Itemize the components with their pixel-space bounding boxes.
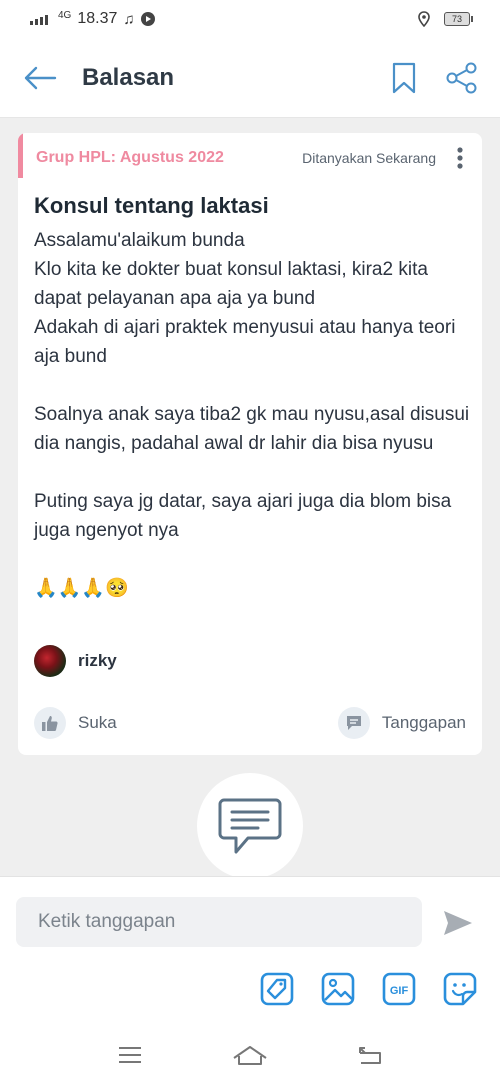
app-header: Balasan — [0, 38, 500, 118]
menu-button[interactable] — [108, 1035, 152, 1075]
bookmark-icon — [392, 62, 416, 93]
home-button[interactable] — [228, 1035, 272, 1075]
tag-button[interactable] — [259, 971, 295, 1007]
gif-icon: GIF — [382, 972, 416, 1006]
post-title: Konsul tentang laktasi — [34, 193, 269, 218]
menu-icon — [119, 1046, 141, 1063]
reply-button[interactable]: Tanggapan — [337, 707, 466, 739]
location-icon — [418, 11, 430, 27]
share-button[interactable] — [442, 58, 482, 98]
back-nav-button[interactable] — [348, 1035, 392, 1075]
reply-panel: GIF — [0, 876, 500, 1026]
avatar — [34, 645, 66, 677]
page-title: Balasan — [82, 63, 175, 91]
attachment-toolbar: GIF — [259, 971, 478, 1007]
play-icon — [140, 12, 155, 26]
send-button[interactable] — [438, 905, 478, 941]
like-button[interactable]: Suka — [34, 707, 117, 739]
comment-bubble — [197, 773, 303, 879]
group-link[interactable]: Grup HPL: Agustus 2022 — [36, 149, 224, 167]
image-button[interactable] — [320, 971, 356, 1007]
author-name: rizky — [78, 651, 117, 670]
battery-icon: 73 — [444, 12, 473, 26]
gif-button[interactable]: GIF — [381, 971, 417, 1007]
image-icon — [321, 972, 355, 1006]
network-type: 4G — [58, 9, 72, 21]
battery-level: 73 — [451, 14, 462, 24]
reply-input[interactable] — [16, 897, 422, 947]
status-time: 18.37 — [77, 10, 118, 27]
system-nav-bar — [0, 1026, 500, 1083]
share-icon — [446, 62, 477, 93]
bookmark-button[interactable] — [384, 58, 424, 98]
status-left: 4G 18.37 ♫ — [30, 10, 155, 28]
back-button[interactable] — [18, 56, 62, 100]
arrow-left-icon — [24, 66, 57, 89]
post-card: Grup HPL: Agustus 2022 Ditanyakan Sekara… — [18, 133, 482, 755]
card-top: Grup HPL: Agustus 2022 Ditanyakan Sekara… — [36, 145, 470, 171]
author[interactable]: rizky — [34, 645, 117, 677]
status-bar: 4G 18.37 ♫ 73 — [0, 0, 500, 38]
more-options-button[interactable] — [450, 145, 470, 171]
card-actions: Suka Tanggapan — [34, 705, 466, 741]
signal-icon — [30, 15, 48, 25]
tag-icon — [260, 972, 294, 1006]
chat-bubble-icon — [218, 798, 282, 854]
comment-icon — [337, 707, 370, 739]
music-icon: ♫ — [123, 10, 135, 28]
status-right: 73 — [418, 11, 473, 27]
gif-label: GIF — [390, 985, 409, 997]
header-actions — [384, 58, 482, 98]
sticker-icon — [443, 972, 477, 1006]
reply-label: Tanggapan — [381, 713, 466, 732]
post-body: Assalamu'alaikum bunda Klo kita ke dokte… — [34, 230, 470, 599]
thumbs-up-icon — [34, 707, 66, 739]
back-nav-icon — [359, 1046, 381, 1064]
sticker-button[interactable] — [442, 971, 478, 1007]
card-accent — [18, 133, 23, 178]
send-icon — [444, 911, 472, 935]
home-icon — [233, 1045, 267, 1065]
asked-time: Ditanyakan Sekarang — [302, 150, 436, 166]
like-label: Suka — [78, 713, 117, 732]
more-vertical-icon — [457, 147, 463, 169]
